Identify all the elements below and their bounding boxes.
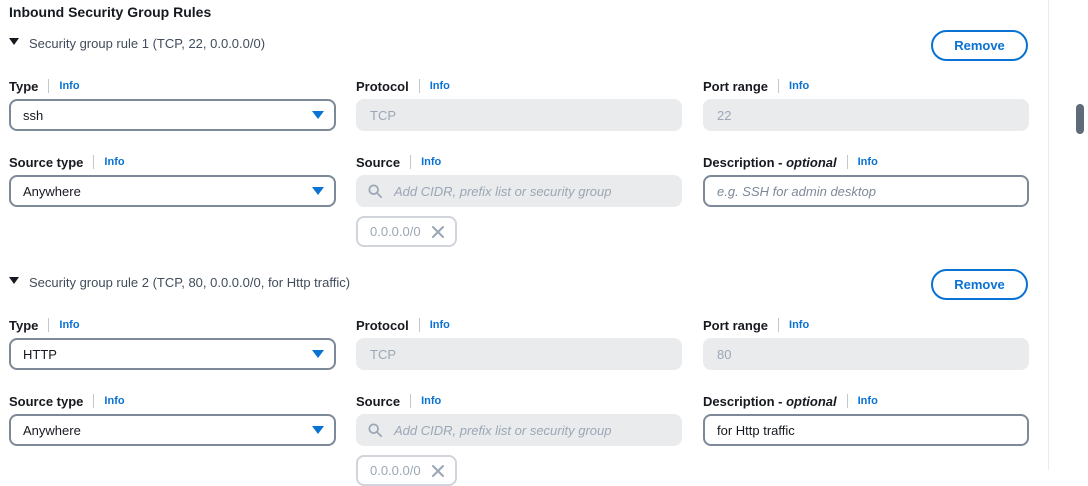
source-type-select-value: Anywhere <box>23 183 81 199</box>
rule-1-type-label-row: Type Info <box>9 77 80 95</box>
close-icon[interactable] <box>431 225 445 239</box>
rule-1-type-select[interactable]: ssh <box>9 99 336 131</box>
protocol-value: TCP <box>370 346 396 362</box>
search-icon <box>368 423 382 437</box>
divider <box>846 155 848 169</box>
description-info-link[interactable]: Info <box>858 156 878 168</box>
divider <box>48 79 50 93</box>
rule-1-toggle[interactable]: Security group rule 1 (TCP, 22, 0.0.0.0/… <box>9 36 265 51</box>
rule-2-protocol-label-row: Protocol Info <box>356 316 450 334</box>
dropdown-caret-icon <box>312 111 324 119</box>
port-range-value: 80 <box>717 346 732 362</box>
dropdown-caret-icon <box>312 187 324 195</box>
rule-2-type-label-row: Type Info <box>9 316 80 334</box>
rule-2-source-type-select[interactable]: Anywhere <box>9 414 336 446</box>
rule-1-protocol-field: TCP <box>356 99 682 131</box>
rule-1-source-label-row: Source Info <box>356 153 441 171</box>
rule-2-protocol-field: TCP <box>356 338 682 370</box>
rule-1-source-token: 0.0.0.0/0 <box>356 216 457 247</box>
port-range-info-link[interactable]: Info <box>789 319 809 331</box>
rule-2-type-select[interactable]: HTTP <box>9 338 336 370</box>
rule-2-port-range-field: 80 <box>703 338 1029 370</box>
source-type-info-link[interactable]: Info <box>104 395 124 407</box>
rule-1-source-type-label-row: Source type Info <box>9 153 125 171</box>
protocol-label: Protocol <box>356 78 409 94</box>
rule-2-description-label-row: Description - optional Info <box>703 392 878 410</box>
search-icon <box>368 184 382 198</box>
divider <box>93 394 95 408</box>
source-info-link[interactable]: Info <box>421 395 441 407</box>
rule-1-description-input[interactable] <box>703 175 1029 207</box>
divider <box>418 318 420 332</box>
rule-1-remove-button[interactable]: Remove <box>931 30 1028 61</box>
protocol-info-link[interactable]: Info <box>430 319 450 331</box>
source-type-label: Source type <box>9 393 84 409</box>
divider <box>846 394 848 408</box>
panel-divider <box>1048 0 1049 470</box>
source-token-label: 0.0.0.0/0 <box>370 463 421 478</box>
divider <box>410 394 412 408</box>
description-label: Description - optional <box>703 154 837 170</box>
type-info-link[interactable]: Info <box>59 80 79 92</box>
rule-1-protocol-label-row: Protocol Info <box>356 77 450 95</box>
type-label: Type <box>9 317 39 333</box>
port-range-label: Port range <box>703 78 769 94</box>
divider <box>418 79 420 93</box>
port-range-value: 22 <box>717 107 732 123</box>
source-search-placeholder: Add CIDR, prefix list or security group <box>394 183 612 199</box>
rule-1-description-label-row: Description - optional Info <box>703 153 878 171</box>
caret-down-icon <box>9 38 19 45</box>
rule-2-source-type-label-row: Source type Info <box>9 392 125 410</box>
scrollbar-thumb[interactable] <box>1076 104 1084 134</box>
caret-down-icon <box>9 277 19 284</box>
rule-2-header: Security group rule 2 (TCP, 80, 0.0.0.0/… <box>29 275 351 290</box>
source-label: Source <box>356 154 401 170</box>
divider <box>778 318 780 332</box>
rule-1-header: Security group rule 1 (TCP, 22, 0.0.0.0/… <box>29 36 266 51</box>
rule-1-port-label-row: Port range Info <box>703 77 809 95</box>
rule-2-source-token: 0.0.0.0/0 <box>356 455 457 486</box>
source-type-label: Source type <box>9 154 84 170</box>
rule-1-port-range-field: 22 <box>703 99 1029 131</box>
port-range-label: Port range <box>703 317 769 333</box>
dropdown-caret-icon <box>312 350 324 358</box>
divider <box>410 155 412 169</box>
source-type-info-link[interactable]: Info <box>104 156 124 168</box>
divider <box>48 318 50 332</box>
rule-2-description-input[interactable] <box>703 414 1029 446</box>
source-info-link[interactable]: Info <box>421 156 441 168</box>
rule-2-port-label-row: Port range Info <box>703 316 809 334</box>
port-range-info-link[interactable]: Info <box>789 80 809 92</box>
type-select-value: ssh <box>23 107 44 123</box>
rule-2-remove-button[interactable]: Remove <box>931 269 1028 300</box>
type-select-value: HTTP <box>23 346 57 362</box>
divider <box>778 79 780 93</box>
protocol-label: Protocol <box>356 317 409 333</box>
rule-1-source-type-select[interactable]: Anywhere <box>9 175 336 207</box>
close-icon[interactable] <box>431 464 445 478</box>
source-type-select-value: Anywhere <box>23 422 81 438</box>
description-info-link[interactable]: Info <box>858 395 878 407</box>
source-token-label: 0.0.0.0/0 <box>370 224 421 239</box>
divider <box>93 155 95 169</box>
type-info-link[interactable]: Info <box>59 319 79 331</box>
source-search-placeholder: Add CIDR, prefix list or security group <box>394 422 612 438</box>
dropdown-caret-icon <box>312 426 324 434</box>
rule-2-source-label-row: Source Info <box>356 392 441 410</box>
source-label: Source <box>356 393 401 409</box>
rule-2-source-search-input: Add CIDR, prefix list or security group <box>356 414 682 446</box>
type-label: Type <box>9 78 39 94</box>
section-title: Inbound Security Group Rules <box>9 4 212 20</box>
rule-2-toggle[interactable]: Security group rule 2 (TCP, 80, 0.0.0.0/… <box>9 275 350 290</box>
rule-1-source-search-input: Add CIDR, prefix list or security group <box>356 175 682 207</box>
description-label: Description - optional <box>703 393 837 409</box>
protocol-value: TCP <box>370 107 396 123</box>
protocol-info-link[interactable]: Info <box>430 80 450 92</box>
